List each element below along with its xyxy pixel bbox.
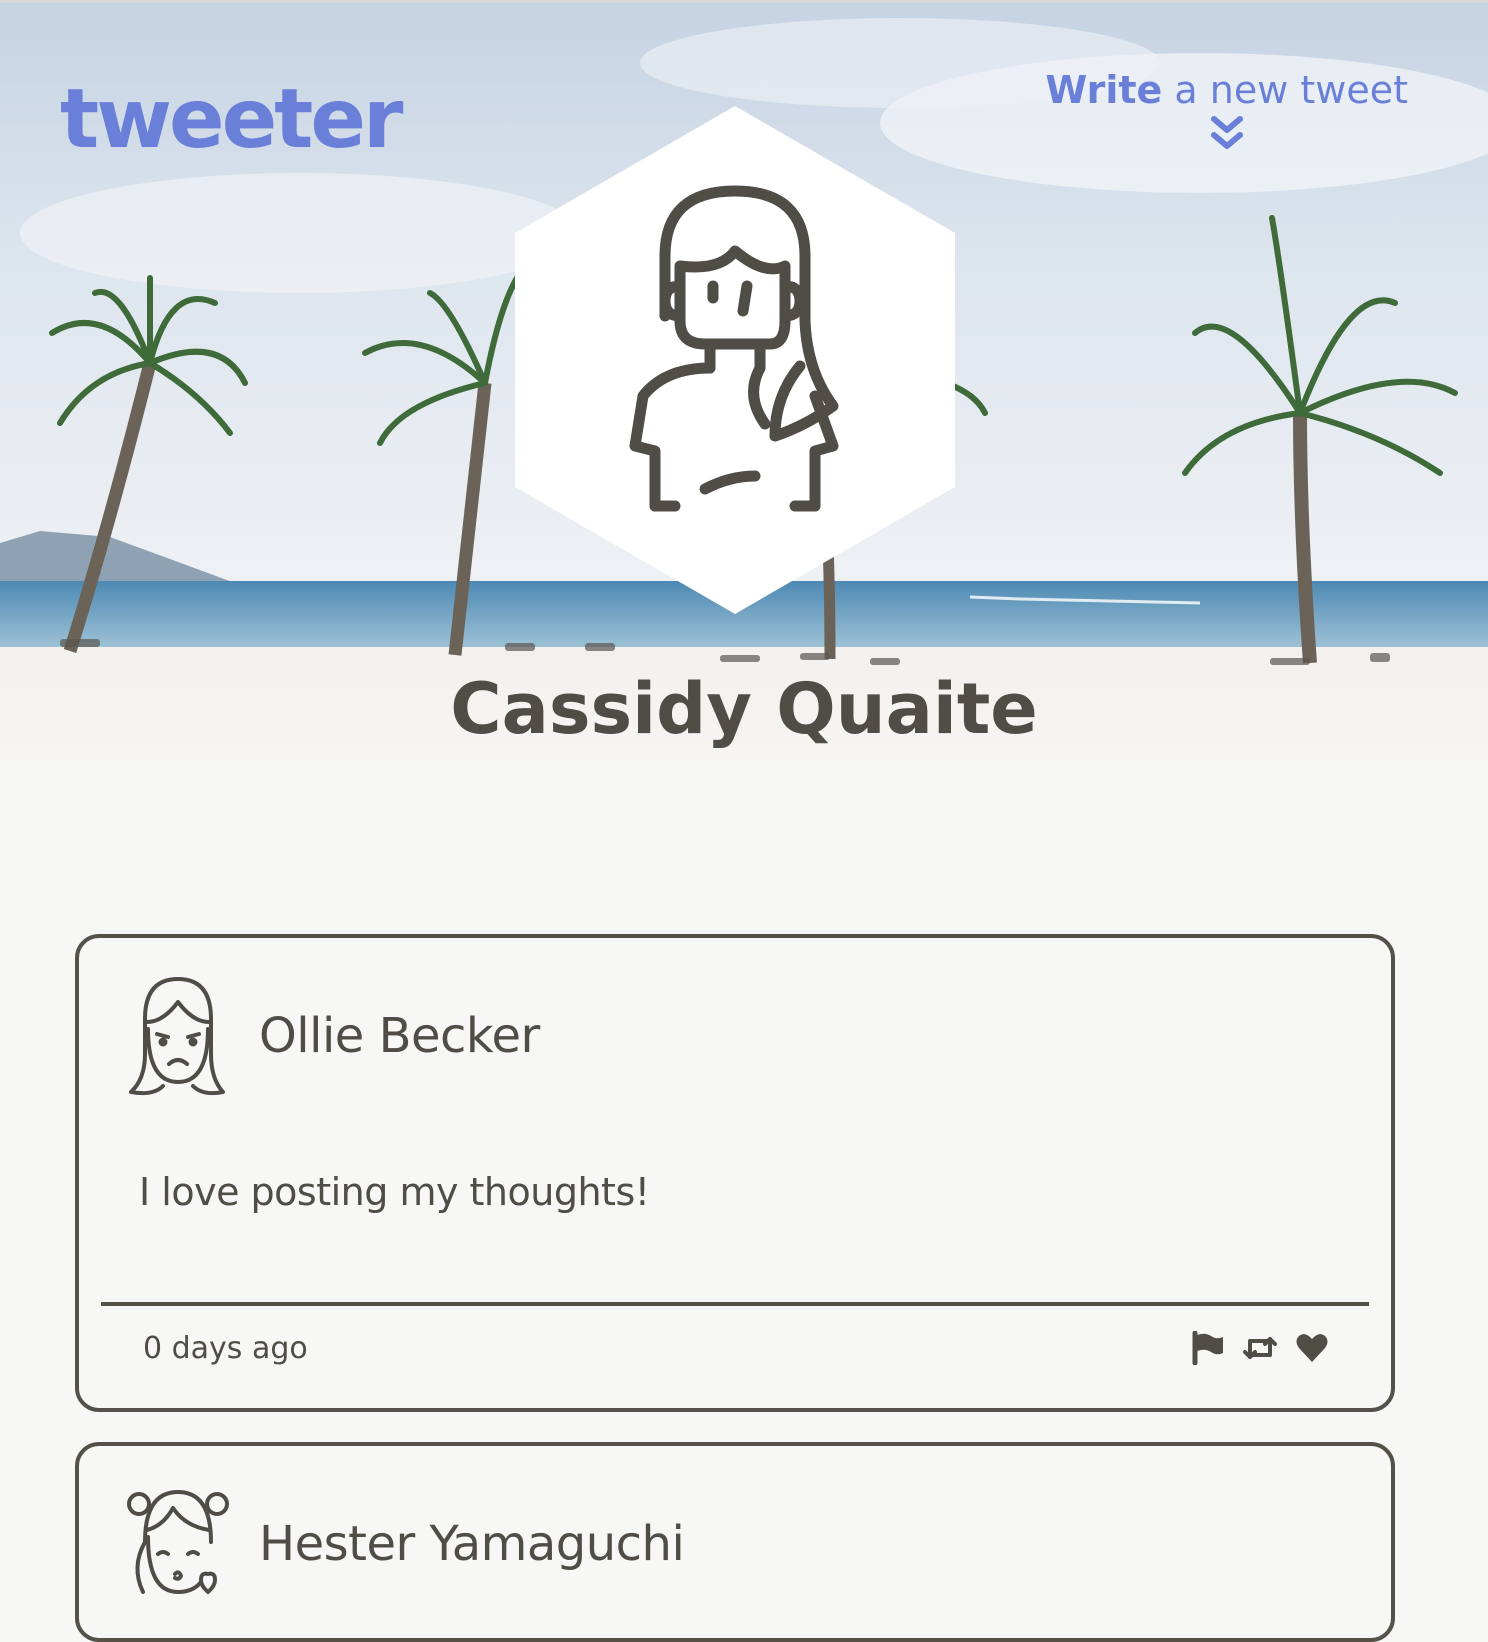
brand-logo[interactable]: tweeter <box>60 79 403 161</box>
retweet-icon[interactable] <box>1243 1331 1277 1365</box>
tweet-author-name[interactable]: Hester Yamaguchi <box>259 1516 685 1572</box>
profile-name: Cassidy Quaite <box>450 668 1038 750</box>
tweet-author-name[interactable]: Ollie Becker <box>259 1008 540 1064</box>
double-chevron-down-icon[interactable] <box>1210 115 1244 155</box>
compose-label-rest: a new tweet <box>1162 68 1408 112</box>
tweet-actions <box>1191 1331 1329 1365</box>
sad-girl-avatar-icon <box>129 977 225 1096</box>
tweet-header: Hester Yamaguchi <box>123 1482 685 1606</box>
tweet-timestamp: 0 days ago <box>143 1330 308 1366</box>
write-new-tweet-label[interactable]: Write a new tweet <box>1045 68 1408 113</box>
profile-header: tweeter Write a new tweet Cassidy Quaite <box>0 0 1488 800</box>
compose-label-strong: Write <box>1045 68 1163 112</box>
kissing-girl-avatar-icon <box>127 1490 229 1594</box>
woman-avatar-icon <box>515 106 955 614</box>
tweet-card: Hester Yamaguchi <box>75 1442 1395 1642</box>
tweet-text: I love posting my thoughts! <box>139 1170 650 1214</box>
tweet-header: Ollie Becker <box>123 974 540 1098</box>
tweet-footer: 0 days ago <box>143 1320 1329 1376</box>
flag-icon[interactable] <box>1191 1331 1225 1365</box>
tweet-divider <box>101 1302 1369 1306</box>
heart-icon[interactable] <box>1295 1331 1329 1365</box>
write-new-tweet-button[interactable]: Write a new tweet <box>1045 68 1408 155</box>
tweet-card: Ollie Becker I love posting my thoughts!… <box>75 934 1395 1412</box>
